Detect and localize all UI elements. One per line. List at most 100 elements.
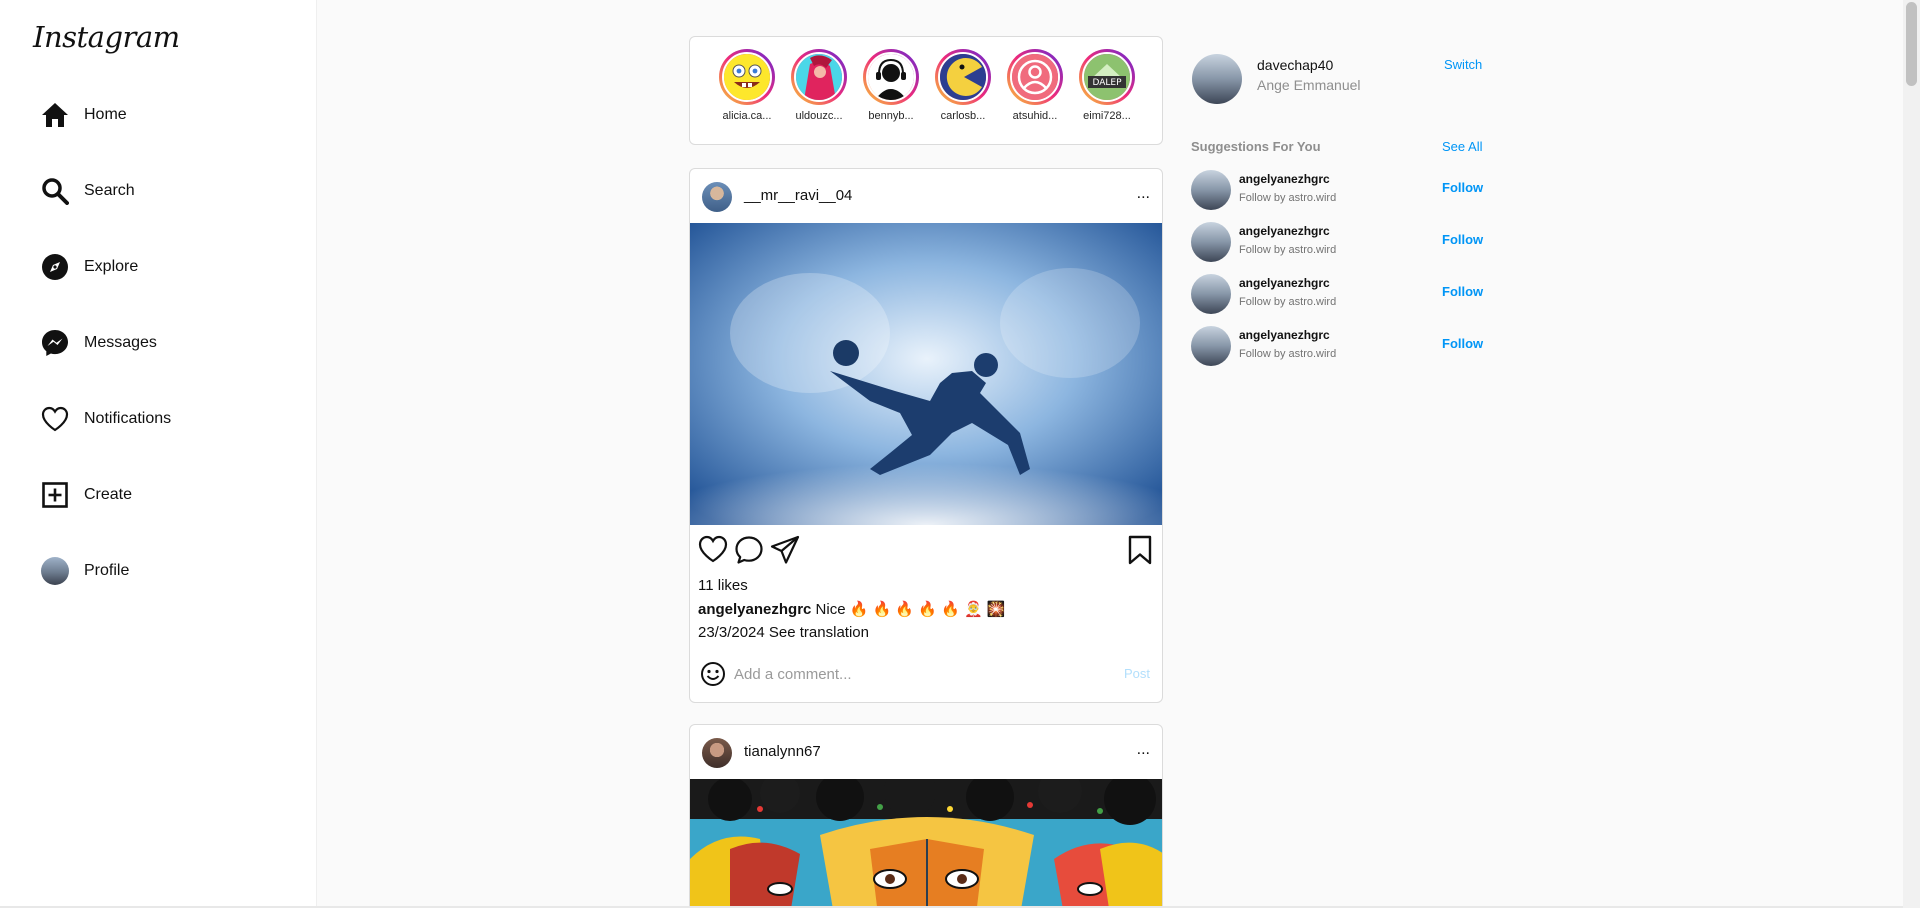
suggestion-username[interactable]: angelyanezhgrc bbox=[1239, 276, 1330, 290]
story-item[interactable]: uldouzc... bbox=[789, 49, 849, 122]
sidebar-item-search[interactable]: Search bbox=[40, 171, 135, 211]
more-options-button[interactable]: ... bbox=[1137, 741, 1150, 759]
story-item[interactable]: DALEP eimi728... bbox=[1077, 49, 1137, 122]
comment-input[interactable] bbox=[734, 661, 1104, 687]
avatar[interactable] bbox=[1192, 54, 1242, 104]
story-avatar bbox=[866, 52, 916, 102]
sidebar-item-label: Home bbox=[84, 106, 127, 123]
suggestion-username[interactable]: angelyanezhgrc bbox=[1239, 172, 1330, 186]
story-avatar bbox=[938, 52, 988, 102]
story-username: carlosb... bbox=[940, 110, 986, 122]
sidebar: Instagram Home Search Explore Messages N… bbox=[0, 0, 317, 908]
post-card: __mr__ravi__04 ... 11 likes angelyanezhg… bbox=[689, 168, 1163, 703]
sidebar-item-create[interactable]: Create bbox=[40, 475, 132, 515]
story-item[interactable]: bennyb... bbox=[861, 49, 921, 122]
post-avatar[interactable] bbox=[702, 738, 732, 768]
suggestion-item: angelyanezhgrc Follow by astro.wird Foll… bbox=[1191, 168, 1491, 214]
sidebar-item-messages[interactable]: Messages bbox=[40, 323, 157, 363]
stories-tray: alicia.ca... uldouzc... bennyb... carlos… bbox=[689, 36, 1163, 145]
post-comment-button[interactable]: Post bbox=[1124, 666, 1150, 681]
sidebar-item-label: Profile bbox=[84, 562, 130, 579]
plus-square-icon bbox=[40, 480, 70, 510]
post-username[interactable]: __mr__ravi__04 bbox=[744, 187, 852, 204]
suggestion-item: angelyanezhgrc Follow by astro.wird Foll… bbox=[1191, 220, 1491, 266]
more-options-button[interactable]: ... bbox=[1137, 185, 1150, 203]
post-header: tianalynn67 ... bbox=[690, 725, 1162, 779]
story-avatar bbox=[794, 52, 844, 102]
see-all-link[interactable]: See All bbox=[1442, 139, 1482, 154]
svg-text:DALEP: DALEP bbox=[1092, 78, 1122, 88]
vertical-scrollbar[interactable] bbox=[1903, 0, 1920, 908]
sidebar-item-notifications[interactable]: Notifications bbox=[40, 399, 171, 439]
post-username[interactable]: tianalynn67 bbox=[744, 743, 821, 760]
sidebar-item-label: Search bbox=[84, 182, 135, 199]
suggestion-username[interactable]: angelyanezhgrc bbox=[1239, 224, 1330, 238]
like-heart-icon[interactable] bbox=[698, 535, 728, 565]
suggestions-title: Suggestions For You bbox=[1191, 139, 1321, 154]
suggestion-subtext: Follow by astro.wird bbox=[1239, 192, 1337, 204]
compass-icon bbox=[40, 252, 70, 282]
sidebar-item-label: Notifications bbox=[84, 410, 172, 427]
story-item[interactable]: atsuhid... bbox=[1005, 49, 1065, 122]
comment-row: Post bbox=[690, 653, 1162, 702]
story-item[interactable]: carlosb... bbox=[933, 49, 993, 122]
story-item[interactable]: alicia.ca... bbox=[717, 49, 777, 122]
sidebar-item-explore[interactable]: Explore bbox=[40, 247, 138, 287]
post-card: tianalynn67 ... bbox=[689, 724, 1163, 908]
share-icon[interactable] bbox=[770, 535, 800, 565]
story-username: uldouzc... bbox=[795, 110, 843, 122]
suggestion-avatar[interactable] bbox=[1191, 222, 1231, 262]
suggestion-username[interactable]: angelyanezhgrc bbox=[1239, 328, 1330, 342]
follow-button[interactable]: Follow bbox=[1442, 180, 1483, 195]
sidebar-item-label: Messages bbox=[84, 334, 157, 351]
post-header: __mr__ravi__04 ... bbox=[690, 169, 1162, 223]
story-username: alicia.ca... bbox=[722, 110, 772, 122]
likes-count[interactable]: 11 likes bbox=[698, 577, 1162, 594]
post-date: 23/3/2024 bbox=[698, 624, 765, 641]
suggestion-avatar[interactable] bbox=[1191, 326, 1231, 366]
story-username: atsuhid... bbox=[1012, 110, 1058, 122]
sidebar-item-label: Create bbox=[84, 486, 133, 503]
switch-account-button[interactable]: Switch bbox=[1444, 57, 1482, 72]
suggestion-subtext: Follow by astro.wird bbox=[1239, 348, 1337, 360]
sidebar-item-profile[interactable]: Profile bbox=[40, 551, 129, 591]
heart-icon bbox=[40, 404, 70, 434]
post-image[interactable] bbox=[690, 779, 1162, 908]
follow-button[interactable]: Follow bbox=[1442, 232, 1483, 247]
comment-icon[interactable] bbox=[734, 535, 764, 565]
story-avatar bbox=[722, 52, 772, 102]
suggestion-avatar[interactable] bbox=[1191, 274, 1231, 314]
post-caption: angelyanezhgrc Nice 🔥 🔥 🔥 🔥 🔥 🤶 🎇 bbox=[698, 600, 1162, 618]
see-translation-link[interactable]: See translation bbox=[769, 624, 869, 641]
sidebar-item-label: Explore bbox=[84, 258, 139, 275]
suggestion-subtext: Follow by astro.wird bbox=[1239, 296, 1337, 308]
caption-username[interactable]: angelyanezhgrc bbox=[698, 601, 811, 618]
bookmark-icon[interactable] bbox=[1127, 535, 1157, 565]
avatar bbox=[40, 556, 70, 586]
post-date-line: 23/3/2024 See translation bbox=[698, 624, 1162, 641]
post-image[interactable] bbox=[690, 223, 1162, 525]
suggestion-subtext: Follow by astro.wird bbox=[1239, 244, 1337, 256]
my-username[interactable]: davechap40 bbox=[1257, 57, 1333, 73]
suggestion-avatar[interactable] bbox=[1191, 170, 1231, 210]
story-avatar: DALEP bbox=[1082, 52, 1132, 102]
home-icon bbox=[40, 100, 70, 130]
caption-text: Nice 🔥 🔥 🔥 🔥 🔥 🤶 🎇 bbox=[815, 601, 1006, 618]
follow-button[interactable]: Follow bbox=[1442, 336, 1483, 351]
search-icon bbox=[40, 176, 70, 206]
chevron-left-icon[interactable] bbox=[692, 75, 704, 87]
post-avatar[interactable] bbox=[702, 182, 732, 212]
suggestion-item: angelyanezhgrc Follow by astro.wird Foll… bbox=[1191, 324, 1491, 370]
instagram-logo[interactable]: Instagram bbox=[33, 20, 180, 54]
messenger-icon bbox=[40, 328, 70, 358]
story-username: eimi728... bbox=[1083, 110, 1131, 122]
my-fullname: Ange Emmanuel bbox=[1257, 77, 1361, 93]
emoji-smile-icon[interactable] bbox=[700, 661, 726, 687]
story-username: bennyb... bbox=[868, 110, 914, 122]
story-avatar bbox=[1010, 52, 1060, 102]
chevron-right-icon[interactable] bbox=[1148, 75, 1160, 87]
post-actions bbox=[690, 525, 1162, 571]
follow-button[interactable]: Follow bbox=[1442, 284, 1483, 299]
sidebar-item-home[interactable]: Home bbox=[40, 95, 127, 135]
scrollbar-thumb[interactable] bbox=[1906, 2, 1917, 86]
